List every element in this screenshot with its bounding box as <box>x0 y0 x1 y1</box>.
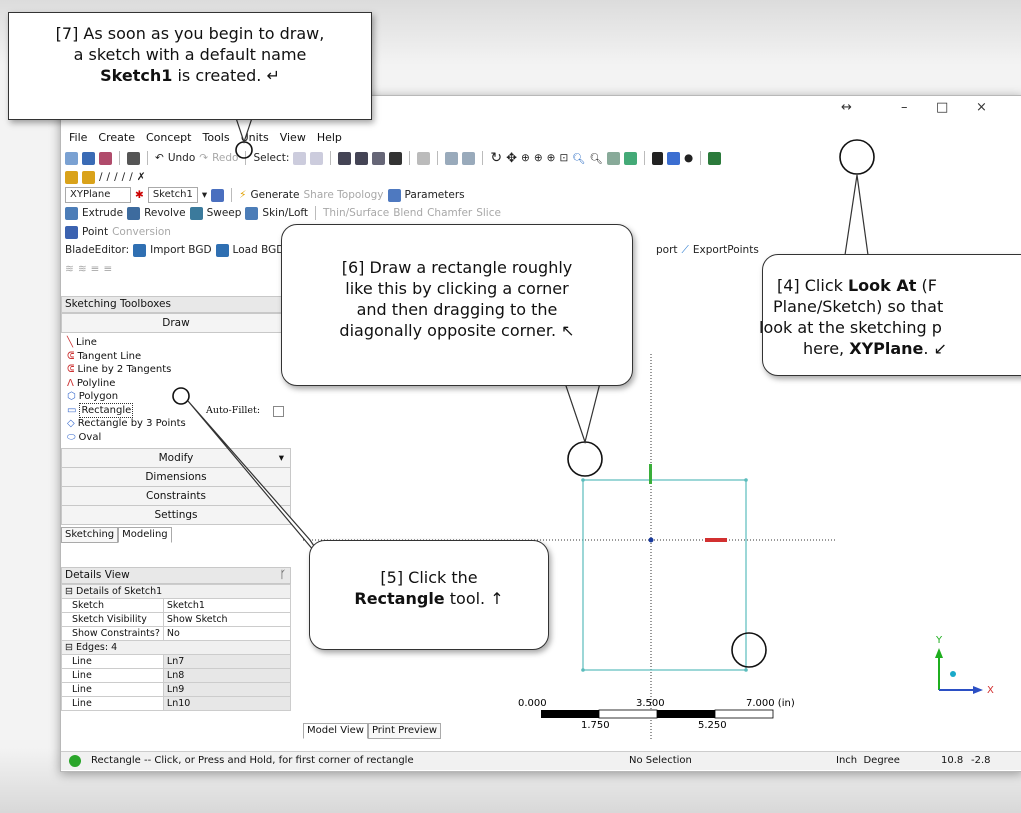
callout5-bold: Rectangle <box>354 589 445 608</box>
callout-step-5: [5] Click the Rectangle tool. ↑ <box>309 540 549 650</box>
callout5-tail <box>187 400 331 571</box>
callout7-tail <box>235 117 253 144</box>
callout5-line1: [5] Click the <box>380 568 478 587</box>
annotation-overlay <box>172 117 875 668</box>
callout6-line1: [6] Draw a rectangle roughly <box>341 258 573 277</box>
callout5-post: tool. ↑ <box>449 589 504 608</box>
callout4-line4: here, XYPlane. ↙ <box>803 339 947 358</box>
callout-step-4: [4] Click Look At (F Plane/Sketch) so th… <box>759 254 1021 376</box>
highlight-circle-corner1 <box>567 441 603 477</box>
callout4-tail <box>844 174 869 256</box>
callout4-line2: Plane/Sketch) so that <box>773 297 944 316</box>
callout6-tail <box>564 382 601 445</box>
highlight-circle-rectangle <box>172 387 190 405</box>
callout4-line1: [4] Click Look At (F <box>777 276 937 295</box>
callout6-line4: diagonally opposite corner. ↖ <box>339 321 575 340</box>
callout7-line1: [7] As soon as you begin to draw, <box>55 24 325 43</box>
highlight-circle-look-at <box>839 139 875 175</box>
callout7-line2: a sketch with a default name <box>73 45 307 64</box>
callout4-line3: look at the sketching p <box>759 318 942 337</box>
callout-step-6: [6] Draw a rectangle roughly like this b… <box>281 224 633 386</box>
highlight-circle-corner2 <box>731 632 767 668</box>
highlight-circle-sketch <box>235 141 253 159</box>
callout7-post: is created. ↵ <box>177 66 280 85</box>
callout6-line3: and then dragging to the <box>356 300 558 319</box>
callout7-bold: Sketch1 <box>100 66 173 85</box>
callout-step-7: [7] As soon as you begin to draw, a sket… <box>8 12 372 120</box>
callout6-line2: like this by clicking a corner <box>345 279 569 298</box>
